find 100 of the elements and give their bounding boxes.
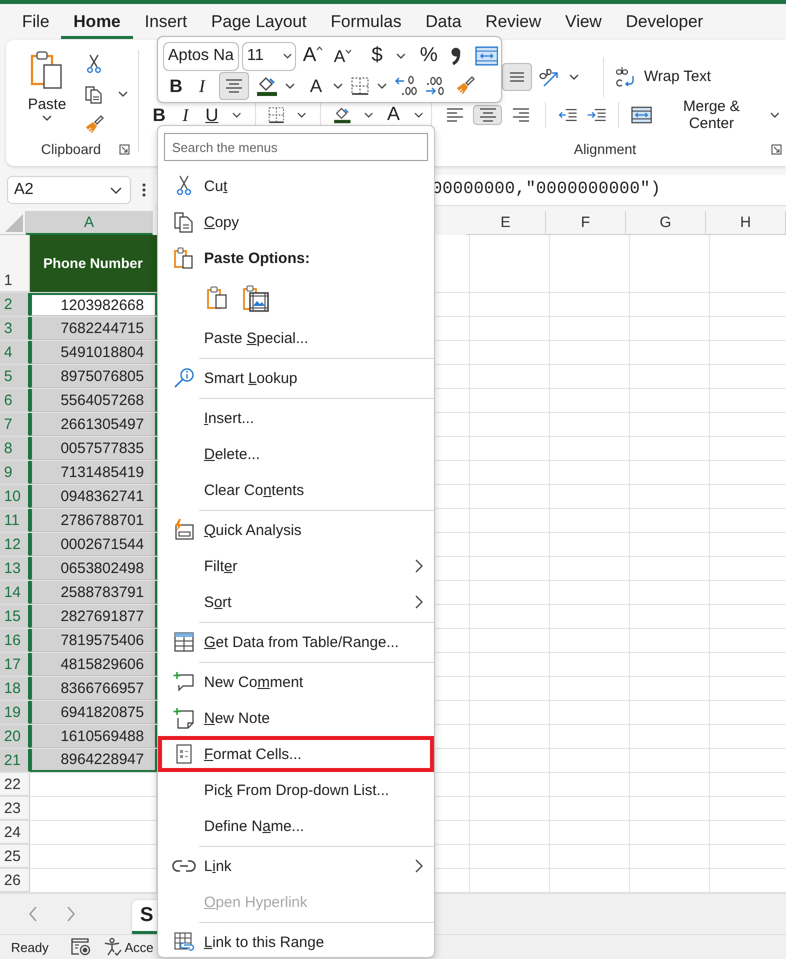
row-header[interactable]: 10	[0, 485, 30, 508]
table-cell[interactable]: 5564057268	[30, 389, 157, 412]
fill-color-icon[interactable]	[332, 106, 353, 124]
increase-font-size-button[interactable]: A	[300, 42, 326, 70]
italic-button[interactable]: I	[173, 106, 198, 124]
row-header[interactable]: 20	[0, 725, 30, 748]
name-box[interactable]: A2	[7, 176, 131, 204]
row-header[interactable]: 19	[0, 701, 30, 724]
row-header[interactable]: 7	[0, 413, 30, 436]
row-header[interactable]: 5	[0, 365, 30, 388]
increase-indent-icon[interactable]	[586, 106, 608, 124]
bold-button[interactable]: B	[163, 72, 189, 100]
chevron-down-icon[interactable]	[297, 112, 306, 118]
table-cell[interactable]: 4815829606	[30, 653, 157, 676]
row-header[interactable]: 25	[0, 845, 30, 868]
ribbon-tab[interactable]: Data	[414, 5, 474, 39]
row-header[interactable]: 6	[0, 389, 30, 412]
table-cell[interactable]: 8366766957	[30, 677, 157, 700]
row-header[interactable]: 15	[0, 605, 30, 628]
table-cell[interactable]: 2827691877	[30, 605, 157, 628]
row-header[interactable]: 24	[0, 821, 30, 844]
italic-button[interactable]: I	[189, 72, 215, 100]
row-header[interactable]: 3	[0, 317, 30, 340]
paintbrush-icon[interactable]	[454, 75, 476, 97]
table-cell[interactable]: 8975076805	[30, 365, 157, 388]
ribbon-tab[interactable]: View	[553, 5, 614, 39]
menu-item[interactable]: New Note	[158, 700, 434, 736]
table-cell[interactable]: 5491018804	[30, 341, 157, 364]
decrease-font-size-button[interactable]: A	[330, 42, 356, 70]
bottom-align-button[interactable]	[502, 62, 532, 90]
row-header[interactable]: 11	[0, 509, 30, 532]
underline-button[interactable]: U	[200, 106, 224, 124]
merge-center-button[interactable]: Merge & Center	[631, 100, 762, 130]
row-header[interactable]: 2	[0, 293, 30, 316]
launcher-icon[interactable]	[771, 144, 782, 155]
menu-item[interactable]: Paste Special...	[158, 320, 434, 356]
table-cell[interactable]: 0057577835	[30, 437, 157, 460]
row-header[interactable]: 14	[0, 581, 30, 604]
table-cell[interactable]: 2786788701	[30, 509, 157, 532]
ribbon-tab[interactable]: Formulas	[318, 5, 414, 39]
row-header[interactable]: 23	[0, 797, 30, 820]
table-cell[interactable]: 8964228947	[30, 749, 157, 772]
menu-item[interactable]: Link	[158, 848, 434, 884]
table-cell[interactable]: 7682244715	[30, 317, 157, 340]
menu-item[interactable]: Sort	[158, 584, 434, 620]
borders-icon[interactable]	[267, 106, 286, 124]
row-header[interactable]: 17	[0, 653, 30, 676]
chevron-down-icon[interactable]	[770, 112, 780, 118]
row-header[interactable]: 21	[0, 749, 30, 772]
menu-item[interactable]: Smart Lookup	[158, 360, 434, 396]
wrap-text-button[interactable]: Wrap Text	[614, 62, 711, 92]
launcher-icon[interactable]	[119, 144, 130, 155]
macro-record-icon[interactable]	[70, 938, 91, 956]
table-cell[interactable]: 2661305497	[30, 413, 157, 436]
currency-button[interactable]: $	[364, 42, 390, 70]
chevron-down-icon[interactable]	[232, 112, 242, 118]
menu-item[interactable]: Delete...	[158, 436, 434, 472]
ribbon-tab[interactable]: Insert	[132, 5, 200, 39]
font-name-field[interactable]: Aptos Na	[163, 42, 239, 70]
row-header[interactable]: 9	[0, 461, 30, 484]
table-cell[interactable]: 7819575406	[30, 629, 157, 652]
chevron-down-icon[interactable]	[396, 53, 406, 59]
comma-style-icon[interactable]	[450, 46, 462, 66]
row-header[interactable]: 13	[0, 557, 30, 580]
ribbon-tab[interactable]: Developer	[614, 5, 716, 39]
menu-item[interactable]: New Comment	[158, 664, 434, 700]
table-cell[interactable]: 2588783791	[30, 581, 157, 604]
row-header[interactable]: 4	[0, 341, 30, 364]
menu-item[interactable]: Pick From Drop-down List...	[158, 772, 434, 808]
bold-button[interactable]: B	[147, 106, 172, 124]
font-color-button[interactable]: A	[381, 106, 406, 124]
align-center-button[interactable]	[219, 72, 249, 100]
decrease-indent-icon[interactable]	[556, 106, 578, 124]
ribbon-tab[interactable]: Review	[473, 5, 554, 39]
table-cell[interactable]: 0948362741	[30, 485, 157, 508]
font-size-field[interactable]: 11	[242, 42, 296, 70]
borders-icon[interactable]	[350, 76, 370, 96]
more-options-icon[interactable]	[142, 183, 146, 197]
chevron-down-icon[interactable]	[364, 112, 374, 118]
ribbon-tab[interactable]: File	[10, 5, 62, 39]
menu-item[interactable]: Format Cells...	[158, 736, 434, 772]
menu-item[interactable]: Filter	[158, 548, 434, 584]
table-cell[interactable]: 0002671544	[30, 533, 157, 556]
menu-item[interactable]: Insert...	[158, 400, 434, 436]
row-header[interactable]: 16	[0, 629, 30, 652]
menu-item[interactable]: Get Data from Table/Range...	[158, 624, 434, 660]
menu-item[interactable]: Quick Analysis	[158, 512, 434, 548]
row-header[interactable]: 8	[0, 437, 30, 460]
chevron-down-icon[interactable]	[569, 74, 579, 80]
chevron-down-icon[interactable]	[377, 83, 387, 89]
table-cell[interactable]: 1610569488	[30, 725, 157, 748]
table-cell[interactable]: 1203982668	[30, 293, 157, 316]
chevron-down-icon[interactable]	[414, 112, 423, 118]
chevron-down-icon[interactable]	[333, 83, 343, 89]
percent-button[interactable]: %	[416, 42, 442, 70]
merge-cells-icon[interactable]	[474, 45, 498, 67]
menu-item[interactable]: Define Name...	[158, 808, 434, 844]
align-center-button[interactable]	[473, 105, 502, 125]
row-header[interactable]: 18	[0, 677, 30, 700]
column-header[interactable]: A	[26, 211, 153, 235]
